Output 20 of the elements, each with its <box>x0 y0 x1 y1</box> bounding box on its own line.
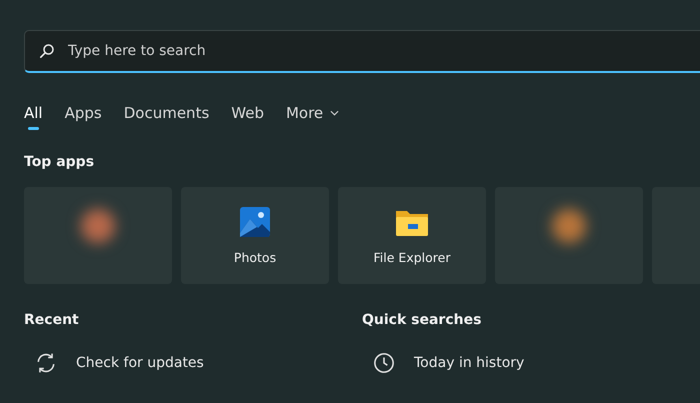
list-item[interactable]: Check for updates <box>35 352 204 374</box>
section-heading: Recent <box>24 312 80 328</box>
photo-icon <box>239 206 271 238</box>
app-name: File Explorer <box>374 250 450 265</box>
list-item[interactable]: Today in history <box>373 352 524 374</box>
tab[interactable]: Documents <box>124 100 210 126</box>
app-tile[interactable] <box>495 187 643 284</box>
tab[interactable]: Apps <box>64 100 102 126</box>
app-tile[interactable]: File Explorer <box>338 187 486 284</box>
app-tile[interactable] <box>24 187 172 284</box>
search-field[interactable]: Type here to search <box>24 30 700 73</box>
tab[interactable]: Web <box>231 100 264 126</box>
chevron-down-icon <box>330 110 340 116</box>
app-name: Photos <box>234 250 276 265</box>
app-tile[interactable]: Photos <box>181 187 329 284</box>
section-heading: Top apps <box>24 154 96 170</box>
refresh-icon <box>35 352 57 374</box>
section-heading: Quick searches <box>362 312 482 328</box>
clock-icon <box>373 352 395 374</box>
tab[interactable]: More <box>286 100 340 126</box>
